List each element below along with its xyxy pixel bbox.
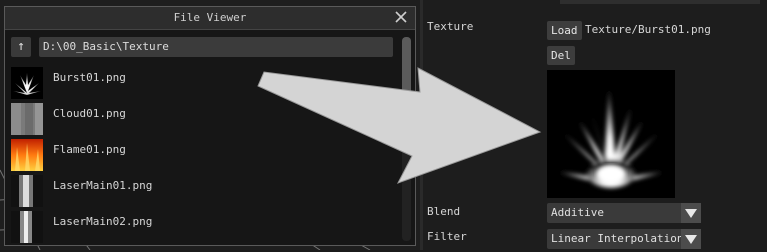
toolbar-strip [560,0,760,4]
burst-thumbnail [11,67,43,99]
file-item-lasermain01[interactable]: LaserMain01.png [11,173,393,209]
cloud-thumbnail [11,103,43,135]
file-name: Flame01.png [53,143,126,156]
blend-select[interactable]: Additive [547,203,701,223]
flame-thumbnail [11,139,43,171]
file-name: Burst01.png [53,71,126,84]
texture-label: Texture [427,20,474,33]
chevron-down-icon [685,209,697,218]
texture-path: Texture/Burst01.png [585,23,711,36]
blend-label: Blend [427,205,461,218]
filter-select[interactable]: Linear Interpolation [547,229,701,249]
file-item-cloud01[interactable]: Cloud01.png [11,101,393,137]
up-directory-button[interactable]: ↑ [11,37,31,57]
file-list-scrollbar[interactable] [402,37,411,241]
file-name: LaserMain01.png [53,179,153,192]
file-item-flame01[interactable]: Flame01.png [11,137,393,173]
file-item-lasermain02[interactable]: LaserMain02.png [11,209,393,245]
texture-preview [547,70,675,198]
scrollbar-thumb[interactable] [402,37,411,99]
file-viewer-title: File Viewer [173,11,247,24]
file-name: Cloud01.png [53,107,126,120]
file-viewer-titlebar[interactable]: File Viewer [5,7,415,30]
file-viewer-window: File Viewer ↑ D:\00_Basic\Texture Burst0… [4,6,416,246]
file-name: LaserMain02.png [53,215,153,228]
blend-value: Additive [551,206,604,219]
filter-label: Filter [427,230,467,243]
chevron-down-icon [685,235,697,244]
laser-thumbnail [11,211,43,243]
close-icon[interactable] [393,9,409,25]
laser-thumbnail [11,175,43,207]
delete-button[interactable]: Del [547,46,575,65]
file-item-burst01[interactable]: Burst01.png [11,65,393,101]
path-input[interactable]: D:\00_Basic\Texture [39,37,393,57]
file-list: Burst01.png Cloud01.png Flame01.png Lase… [11,65,393,245]
load-button[interactable]: Load [547,21,582,40]
path-bar: ↑ D:\00_Basic\Texture [11,37,393,59]
filter-value: Linear Interpolation [551,232,684,245]
dropdown-arrow[interactable] [681,229,701,249]
dropdown-arrow[interactable] [681,203,701,223]
